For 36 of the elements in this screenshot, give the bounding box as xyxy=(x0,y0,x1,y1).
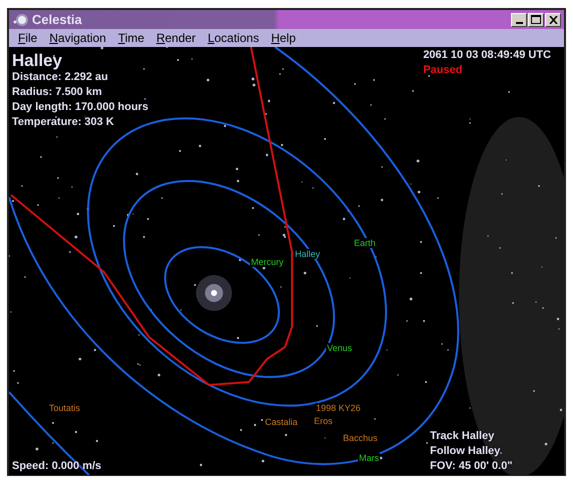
view-info-text: Track Halley xyxy=(430,429,496,444)
object-label: Toutatis xyxy=(48,403,82,413)
menu-item[interactable]: File xyxy=(12,31,44,45)
object-label: Venus xyxy=(326,343,354,353)
object-label: Castalia xyxy=(264,417,299,427)
view-info-text: FOV: 45 00' 0.0" xyxy=(430,459,512,474)
paused-status: Paused xyxy=(423,63,464,78)
date-time-text: 2061 10 03 08:49:49 UTC xyxy=(423,48,551,63)
app-logo-icon xyxy=(12,12,29,26)
menu-item[interactable]: Render xyxy=(150,31,202,45)
object-label: Eros xyxy=(313,416,334,426)
object-label: 1998 KY26 xyxy=(315,403,362,413)
object-label: Halley xyxy=(294,249,322,259)
view-info-text: Follow Halley xyxy=(430,444,502,459)
sun-glow-drawing xyxy=(196,275,232,311)
close-icon xyxy=(548,16,558,24)
selected-object-name: Halley xyxy=(12,51,64,70)
close-button[interactable] xyxy=(545,12,561,26)
minimize-button[interactable] xyxy=(511,12,527,26)
object-label: Mars xyxy=(358,453,380,463)
object-info-text: Radius: 7.500 km xyxy=(12,85,103,100)
object-label: Earth xyxy=(353,238,377,248)
object-label: Mercury xyxy=(250,257,285,267)
menu-item[interactable]: Locations xyxy=(202,31,266,45)
speed-text: Speed: 0.000 m/s xyxy=(12,459,102,474)
maximize-icon xyxy=(531,15,541,24)
maximize-button[interactable] xyxy=(528,12,544,26)
menu-item[interactable]: Time xyxy=(112,31,150,45)
menu-item[interactable]: Help xyxy=(265,31,302,45)
menu-item[interactable]: Navigation xyxy=(43,31,112,45)
object-info-text: Day length: 170.000 hours xyxy=(12,100,148,115)
window-title: Celestia xyxy=(32,12,83,27)
object-label: Bacchus xyxy=(342,433,379,443)
object-info-text: Distance: 2.292 au xyxy=(12,70,109,85)
minimize-icon xyxy=(516,22,522,24)
object-info-text: Temperature: 303 K xyxy=(12,115,115,130)
